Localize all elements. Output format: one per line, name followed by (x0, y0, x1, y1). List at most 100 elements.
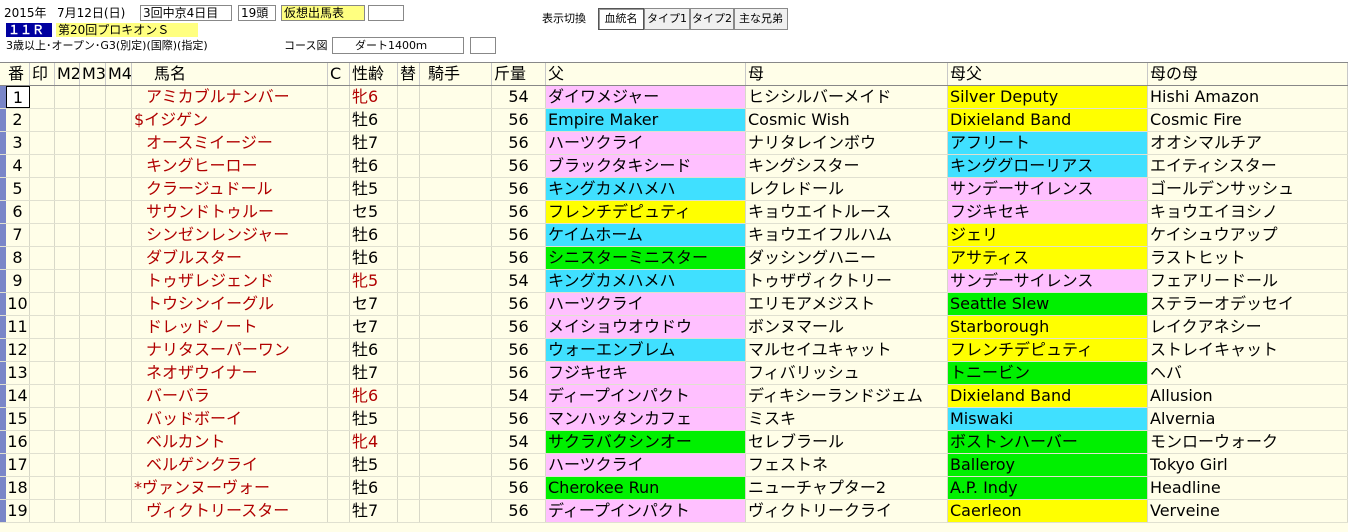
c-cell[interactable] (328, 155, 350, 177)
mark-cell[interactable] (30, 109, 55, 131)
dam-cell[interactable]: セレブラール (746, 431, 948, 453)
jockey-change-cell[interactable] (398, 454, 420, 476)
weight-cell[interactable]: 54 (492, 431, 546, 453)
sex-age-cell[interactable]: セ5 (350, 201, 398, 223)
m2-cell[interactable] (55, 339, 80, 361)
jockey-change-cell[interactable] (398, 224, 420, 246)
sire-cell[interactable]: ダイワメジャー (546, 86, 746, 108)
mark-cell[interactable] (30, 155, 55, 177)
m3-cell[interactable] (80, 270, 106, 292)
m2-cell[interactable] (55, 454, 80, 476)
horse-number-cell[interactable]: 1 (6, 86, 30, 108)
weight-cell[interactable]: 54 (492, 385, 546, 407)
m4-cell[interactable] (106, 339, 132, 361)
dam-sire-cell[interactable]: キンググローリアス (948, 155, 1148, 177)
horse-number-cell[interactable]: 16 (6, 431, 30, 453)
sex-age-cell[interactable]: 牝5 (350, 270, 398, 292)
column-header-14[interactable]: 母父 (948, 63, 1148, 85)
column-header-15[interactable]: 母の母 (1148, 63, 1348, 85)
c-cell[interactable] (328, 385, 350, 407)
m3-cell[interactable] (80, 293, 106, 315)
dam-sire-cell[interactable]: アフリート (948, 132, 1148, 154)
toolbar-button-1[interactable]: 血統名 (598, 8, 644, 30)
weight-cell[interactable]: 56 (492, 477, 546, 499)
jockey-cell[interactable] (420, 454, 492, 476)
horse-name-cell[interactable]: トゥザレジェンド (132, 270, 328, 292)
weight-cell[interactable]: 56 (492, 316, 546, 338)
m2-cell[interactable] (55, 408, 80, 430)
c-cell[interactable] (328, 247, 350, 269)
m3-cell[interactable] (80, 247, 106, 269)
jockey-cell[interactable] (420, 385, 492, 407)
column-header-12[interactable]: 父 (546, 63, 746, 85)
jockey-change-cell[interactable] (398, 270, 420, 292)
c-cell[interactable] (328, 201, 350, 223)
m4-cell[interactable] (106, 431, 132, 453)
weight-cell[interactable]: 56 (492, 408, 546, 430)
dam-dam-cell[interactable]: エイティシスター (1148, 155, 1348, 177)
weight-cell[interactable]: 56 (492, 339, 546, 361)
c-cell[interactable] (328, 316, 350, 338)
column-header-6[interactable]: 馬名 (132, 63, 328, 85)
c-cell[interactable] (328, 293, 350, 315)
weight-cell[interactable]: 56 (492, 155, 546, 177)
sire-cell[interactable]: ハーツクライ (546, 454, 746, 476)
m4-cell[interactable] (106, 362, 132, 384)
mark-cell[interactable] (30, 247, 55, 269)
dam-cell[interactable]: フェストネ (746, 454, 948, 476)
dam-sire-cell[interactable]: アサティス (948, 247, 1148, 269)
dam-cell[interactable]: キングシスター (746, 155, 948, 177)
table-row[interactable]: 16 ベルカント 牝4 54 サクラバクシンオー セレブラール ボストンハーバー モンローウォ… (0, 431, 1348, 454)
mark-cell[interactable] (30, 408, 55, 430)
horse-name-cell[interactable]: $イジゲン (132, 109, 328, 131)
sire-cell[interactable]: シニスターミニスター (546, 247, 746, 269)
m2-cell[interactable] (55, 132, 80, 154)
horse-number-cell[interactable]: 11 (6, 316, 30, 338)
m3-cell[interactable] (80, 316, 106, 338)
dam-sire-cell[interactable]: Balleroy (948, 454, 1148, 476)
horse-name-cell[interactable]: ヴィクトリースター (132, 500, 328, 522)
m3-cell[interactable] (80, 477, 106, 499)
jockey-cell[interactable] (420, 408, 492, 430)
m4-cell[interactable] (106, 316, 132, 338)
dam-dam-cell[interactable]: Allusion (1148, 385, 1348, 407)
horse-name-cell[interactable]: ドレッドノート (132, 316, 328, 338)
m4-cell[interactable] (106, 408, 132, 430)
jockey-cell[interactable] (420, 362, 492, 384)
jockey-change-cell[interactable] (398, 477, 420, 499)
m4-cell[interactable] (106, 178, 132, 200)
horse-number-cell[interactable]: 5 (6, 178, 30, 200)
dam-cell[interactable]: ヒシシルバーメイド (746, 86, 948, 108)
dam-sire-cell[interactable]: Dixieland Band (948, 109, 1148, 131)
dam-cell[interactable]: ヴィクトリークライ (746, 500, 948, 522)
jockey-change-cell[interactable] (398, 155, 420, 177)
horse-name-cell[interactable]: サウンドトゥルー (132, 201, 328, 223)
dam-cell[interactable]: キョウエイフルハム (746, 224, 948, 246)
table-row[interactable]: 5 クラージュドール 牡5 56 キングカメハメハ レクレドール サンデーサイレンス ゴールデ… (0, 178, 1348, 201)
jockey-cell[interactable] (420, 109, 492, 131)
c-cell[interactable] (328, 454, 350, 476)
jockey-change-cell[interactable] (398, 362, 420, 384)
horse-number-cell[interactable]: 14 (6, 385, 30, 407)
c-cell[interactable] (328, 477, 350, 499)
dam-dam-cell[interactable]: レイクアネシー (1148, 316, 1348, 338)
dam-sire-cell[interactable]: フレンチデピュティ (948, 339, 1148, 361)
sire-cell[interactable]: ウォーエンブレム (546, 339, 746, 361)
mark-cell[interactable] (30, 454, 55, 476)
horse-number-cell[interactable]: 2 (6, 109, 30, 131)
jockey-change-cell[interactable] (398, 178, 420, 200)
jockey-change-cell[interactable] (398, 293, 420, 315)
m2-cell[interactable] (55, 109, 80, 131)
dam-dam-cell[interactable]: Hishi Amazon (1148, 86, 1348, 108)
dam-dam-cell[interactable]: ケイシュウアップ (1148, 224, 1348, 246)
table-row[interactable]: 8 ダブルスター 牡6 56 シニスターミニスター ダッシングハニー アサティス ラストヒット (0, 247, 1348, 270)
c-cell[interactable] (328, 86, 350, 108)
column-header-4[interactable]: M3 (80, 63, 106, 85)
table-row[interactable]: 7 シンゼンレンジャー 牡6 56 ケイムホーム キョウエイフルハム ジェリ ケイシュウアップ (0, 224, 1348, 247)
sex-age-cell[interactable]: 牡7 (350, 132, 398, 154)
dam-sire-cell[interactable]: トニービン (948, 362, 1148, 384)
horse-name-cell[interactable]: クラージュドール (132, 178, 328, 200)
jockey-cell[interactable] (420, 178, 492, 200)
weight-cell[interactable]: 56 (492, 247, 546, 269)
jockey-cell[interactable] (420, 270, 492, 292)
